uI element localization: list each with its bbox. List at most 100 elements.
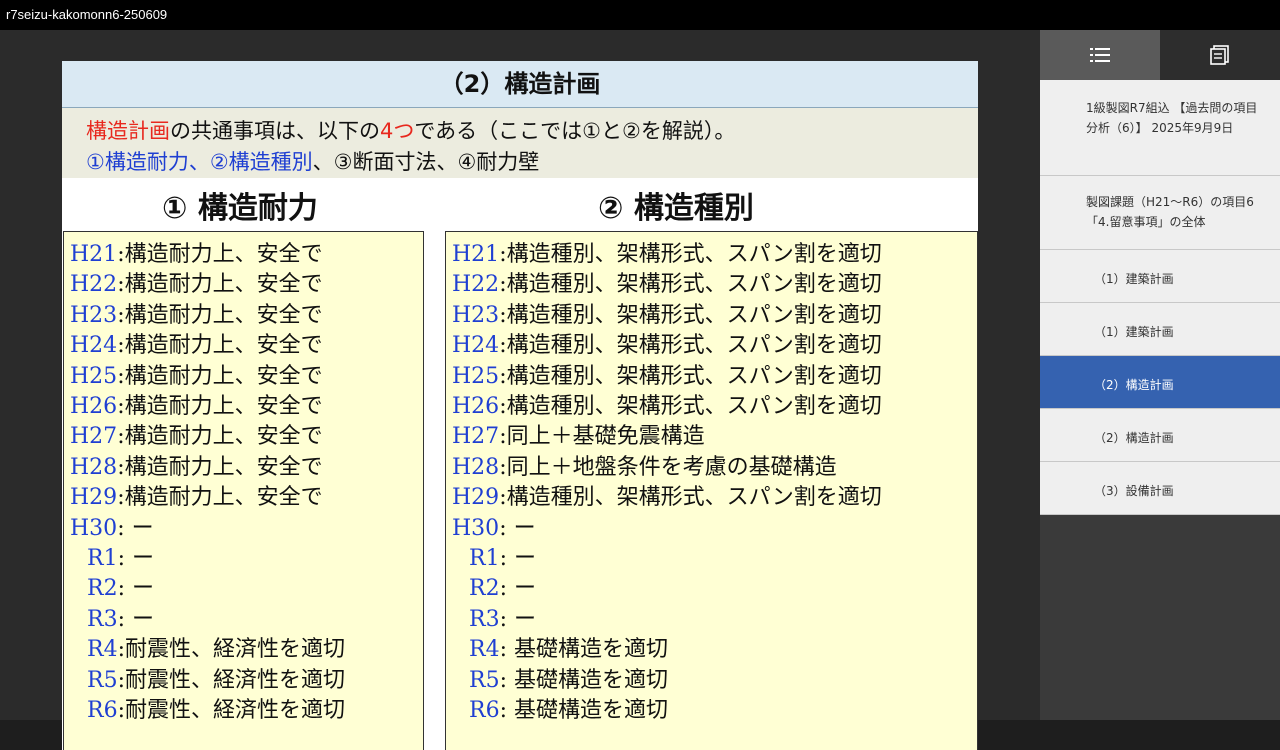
intro-keyword: 構造計画	[86, 119, 170, 143]
year-label: R4	[469, 637, 500, 663]
outline-item-label: 製図課題（H21～R6）の項目6「4.留意事項」の全体	[1086, 195, 1254, 229]
year-row: H21:構造耐力上、安全で	[70, 240, 323, 270]
year-requirement: :構造種別、架構形式、スパン割を適切	[499, 394, 882, 419]
year-row: H27:構造耐力上、安全で	[70, 422, 323, 452]
year-label: H21	[70, 242, 118, 267]
year-row: H29:構造種別、架構形式、スパン割を適切	[452, 483, 882, 513]
year-row: R2: ー	[87, 574, 154, 604]
column-heading-structural-strength: ① 構造耐力	[162, 191, 318, 226]
year-row: H23:構造種別、架構形式、スパン割を適切	[452, 301, 882, 331]
year-requirement: :構造種別、架構形式、スパン割を適切	[499, 363, 882, 389]
year-row: R4:耐震性、経済性を適切	[87, 635, 345, 665]
outline-item[interactable]: （3）設備計画	[1040, 462, 1280, 515]
year-label: H30	[70, 515, 118, 541]
year-requirement: : ー	[499, 606, 536, 632]
year-row: H22:構造耐力上、安全で	[70, 270, 323, 300]
year-row: H28:同上＋地盤条件を考慮の基礎構造	[452, 453, 837, 483]
year-label: R6	[87, 698, 118, 723]
year-label: R2	[469, 576, 500, 602]
year-row: H26:構造耐力上、安全で	[70, 392, 323, 422]
year-row: R6:耐震性、経済性を適切	[87, 696, 345, 726]
intro-highlight-items: ①構造耐力、②構造種別	[86, 150, 313, 174]
year-row: H25:構造耐力上、安全で	[70, 362, 323, 392]
year-label: R3	[87, 606, 118, 632]
year-requirement: : ー	[499, 546, 536, 571]
year-label: H30	[452, 515, 500, 541]
year-label: H23	[452, 302, 500, 328]
year-label: R5	[87, 667, 118, 693]
year-requirement: :構造耐力上、安全で	[117, 272, 323, 298]
year-requirement: : ー	[117, 515, 154, 541]
outline-item[interactable]: （1）建築計画	[1040, 303, 1280, 356]
year-row: R6: 基礎構造を適切	[469, 696, 668, 726]
intro-text: の共通事項は、以下の	[170, 119, 380, 143]
year-label: H28	[70, 454, 118, 480]
year-requirement: :構造耐力上、安全で	[117, 242, 323, 267]
year-requirement: :構造種別、架構形式、スパン割を適切	[499, 242, 882, 267]
outline-item-label: （1）建築計画	[1094, 325, 1174, 339]
year-label: H29	[70, 485, 118, 511]
year-label: H27	[452, 424, 500, 450]
outline-item-label: 1級製図R7組込 【過去問の項目分析（6）】 2025年9月9日	[1086, 101, 1258, 135]
year-row: H22:構造種別、架構形式、スパン割を適切	[452, 270, 882, 300]
year-row: H26:構造種別、架構形式、スパン割を適切	[452, 392, 882, 422]
year-requirement: :耐震性、経済性を適切	[117, 698, 345, 723]
year-label: H26	[452, 394, 500, 419]
year-requirement: : ー	[499, 576, 536, 602]
outline-item-label: （2）構造計画	[1094, 431, 1174, 445]
year-row: R3: ー	[87, 605, 154, 635]
year-requirement: :構造耐力上、安全で	[117, 302, 323, 328]
intro-text-2: である（ここでは①と②を解説）。	[414, 119, 736, 143]
structural-type-panel: H21:構造種別、架構形式、スパン割を適切 H22:構造種別、架構形式、スパン割を…	[445, 231, 978, 750]
year-requirement: :同上＋地盤条件を考慮の基礎構造	[499, 454, 837, 480]
tab-outline[interactable]	[1040, 30, 1160, 80]
column-heading-structural-type: ② 構造種別	[598, 191, 754, 226]
year-requirement: :構造耐力上、安全で	[117, 424, 323, 450]
slide: （2）構造計画 構造計画の共通事項は、以下の4つである（ここでは①と②を解説）。…	[62, 61, 978, 750]
outline-item[interactable]: （1）建築計画	[1040, 250, 1280, 303]
year-requirement: : ー	[117, 606, 154, 632]
year-row: R1: ー	[87, 544, 154, 574]
year-label: R4	[87, 637, 118, 663]
year-row: R3: ー	[469, 605, 536, 635]
year-label: R3	[469, 606, 500, 632]
outline-item[interactable]: 1級製図R7組込 【過去問の項目分析（6）】 2025年9月9日	[1040, 80, 1280, 176]
outline-item[interactable]: （2）構造計画	[1040, 409, 1280, 462]
year-row: H30: ー	[70, 514, 154, 544]
year-row: H21:構造種別、架構形式、スパン割を適切	[452, 240, 882, 270]
year-label: H25	[70, 363, 118, 389]
year-label: H23	[70, 302, 118, 328]
outline-item-label: （2）構造計画	[1094, 378, 1174, 392]
year-requirement: :構造種別、架構形式、スパン割を適切	[499, 302, 882, 328]
outline-item[interactable]: 製図課題（H21～R6）の項目6「4.留意事項」の全体	[1040, 176, 1280, 250]
year-row: H23:構造耐力上、安全で	[70, 301, 323, 331]
sidebar-tabs	[1040, 30, 1280, 80]
year-row: R1: ー	[469, 544, 536, 574]
year-label: H26	[70, 394, 118, 419]
year-label: R1	[469, 546, 500, 571]
year-requirement: :同上＋基礎免震構造	[499, 424, 705, 450]
year-label: H25	[452, 363, 500, 389]
year-row: R2: ー	[469, 574, 536, 604]
year-row: H28:構造耐力上、安全で	[70, 453, 323, 483]
outline-item[interactable]: （2）構造計画	[1040, 356, 1280, 409]
slide-title: （2）構造計画	[62, 61, 978, 108]
intro-line-2: ①構造耐力、②構造種別、③断面寸法、④耐力壁	[86, 146, 539, 176]
year-label: H24	[70, 333, 118, 359]
year-requirement: :構造種別、架構形式、スパン割を適切	[499, 272, 882, 298]
tab-notes[interactable]	[1160, 30, 1280, 80]
year-requirement: :構造耐力上、安全で	[117, 333, 323, 359]
outline-item-label: （3）設備計画	[1094, 484, 1174, 498]
year-requirement: :耐震性、経済性を適切	[117, 637, 345, 663]
year-row: R4: 基礎構造を適切	[469, 635, 668, 665]
year-requirement: :構造種別、架構形式、スパン割を適切	[499, 333, 882, 359]
year-requirement: :構造耐力上、安全で	[117, 485, 323, 511]
year-label: H24	[452, 333, 500, 359]
year-label: H29	[452, 485, 500, 511]
year-label: H21	[452, 242, 500, 267]
window-title-bar: r7seizu-kakomonn6-250609	[0, 0, 1280, 30]
year-requirement: :構造種別、架構形式、スパン割を適切	[499, 485, 882, 511]
intro-box: 構造計画の共通事項は、以下の4つである（ここでは①と②を解説）。 ①構造耐力、②…	[62, 108, 978, 178]
year-row: H24:構造種別、架構形式、スパン割を適切	[452, 331, 882, 361]
slide-stage: （2）構造計画 構造計画の共通事項は、以下の4つである（ここでは①と②を解説）。…	[0, 30, 1040, 750]
